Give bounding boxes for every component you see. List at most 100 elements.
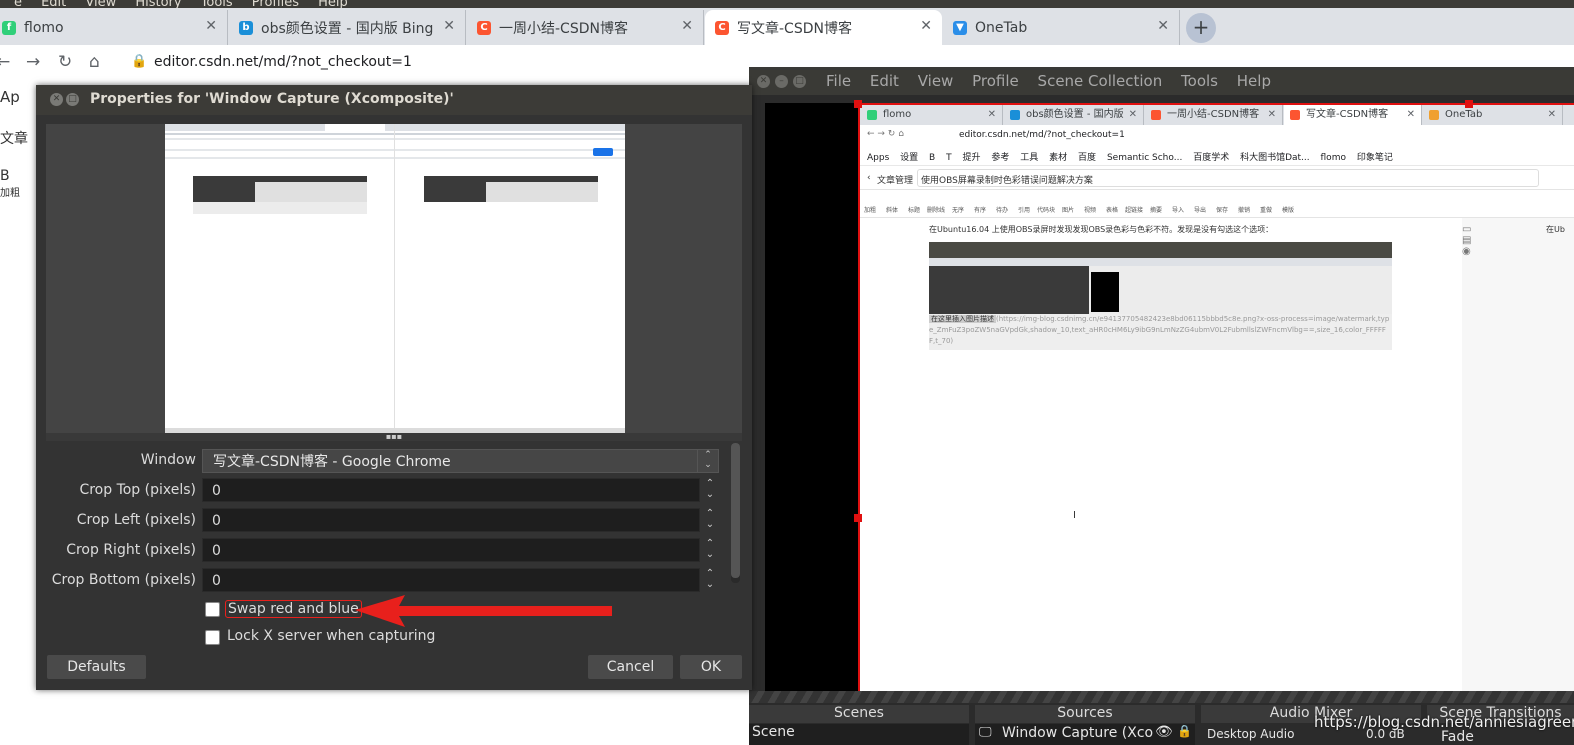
window-select[interactable]: 写文章-CSDN博客 - Google Chrome ⌃ ⌄ [202, 449, 719, 473]
crop-right-input[interactable]: 0 [202, 538, 700, 562]
close-icon: ✕ [1128, 109, 1137, 120]
resize-handle[interactable] [854, 100, 862, 108]
address-bar[interactable]: editor.csdn.net/md/?not_checkout=1 [154, 54, 412, 70]
preview-bottom-hatch [749, 691, 1574, 703]
reload-icon[interactable]: ↻ [58, 52, 72, 72]
bookmark: 素材 [1049, 153, 1068, 163]
flomo-icon [867, 110, 877, 120]
chevron-updown-icon: ⌃ ⌄ [697, 450, 718, 472]
defaults-button[interactable]: Defaults [47, 655, 146, 679]
chevron-left-icon: ‹ [867, 173, 871, 183]
minimize-icon[interactable]: – [775, 75, 788, 88]
tab-title: 写文章-CSDN博客 [737, 20, 852, 37]
bookmark: 提升 [962, 153, 981, 163]
tool: 加粗 [863, 207, 876, 214]
back-icon[interactable]: ← [0, 52, 10, 72]
crop-bottom-input[interactable]: 0 [202, 568, 700, 592]
obs-menu-file[interactable]: File [826, 72, 851, 90]
obs-menu-edit[interactable]: Edit [870, 72, 899, 90]
preview-side-panel: ▭ ▤ ◉ 在Ub [1462, 218, 1574, 691]
close-icon: ✕ [1547, 109, 1556, 120]
menu-item-view[interactable]: View [85, 0, 116, 8]
close-icon[interactable]: ✕ [681, 18, 693, 34]
menu-item-tools[interactable]: Tools [201, 0, 233, 8]
tab-csdn-write[interactable]: C 写文章-CSDN博客 ✕ [705, 10, 942, 45]
resize-handle[interactable] [854, 514, 862, 522]
back-to-articles[interactable]: 文章 [0, 128, 28, 148]
crop-left-input[interactable]: 0 [202, 508, 700, 532]
crop-bottom-stepper[interactable]: ⌃ ⌄ [701, 568, 719, 592]
close-icon[interactable]: ✕ [757, 75, 770, 88]
monitor-icon: 🖵 [979, 725, 992, 740]
obs-menubar: File Edit View Profile Scene Collection … [826, 72, 1285, 90]
onetab-icon: ▼ [953, 20, 967, 35]
close-icon[interactable]: ✕ [50, 93, 63, 106]
bold-tool[interactable]: B [0, 168, 10, 184]
obs-menu-profile[interactable]: Profile [972, 72, 1019, 90]
obs-menu-help[interactable]: Help [1237, 72, 1271, 90]
close-icon[interactable]: ✕ [1157, 18, 1169, 34]
tool: 保存 [1215, 207, 1228, 214]
bookmark: 参考 [991, 153, 1010, 163]
forward-icon[interactable]: → [26, 52, 40, 72]
home-icon[interactable]: ⌂ [89, 52, 100, 72]
preview-side-text: 在Ub [1546, 225, 1565, 234]
eye-icon[interactable]: 👁 [1155, 724, 1173, 740]
tab-title: OneTab [975, 19, 1028, 36]
dialog-preview-image [165, 124, 625, 433]
bookmark: B [929, 153, 936, 163]
dialog-title: Properties for 'Window Capture (Xcomposi… [90, 91, 454, 107]
crop-left-stepper[interactable]: ⌃ ⌄ [701, 508, 719, 532]
tab-csdn-weekly[interactable]: C 一周小结-CSDN博客 ✕ [467, 10, 704, 45]
obs-menu-scene-collection[interactable]: Scene Collection [1038, 72, 1163, 90]
field-label-crop-bottom: Crop Bottom (pixels) [51, 572, 196, 588]
preview-splitter-handle[interactable]: ▪▪▪ [46, 433, 742, 441]
new-tab-button[interactable]: + [1186, 13, 1216, 43]
preview-article-title: 使用OBS屏幕录制时色彩错误问题解决方案 [921, 176, 1093, 186]
bookmark: 百度 [1078, 153, 1097, 163]
source-item[interactable]: 🖵 Window Capture (Xco 👁 🔒 [975, 724, 1195, 745]
lock-x-server-label[interactable]: Lock X server when capturing [227, 628, 435, 644]
obs-preview-canvas[interactable]: flomo✕ obs颜色设置 - 国内版 Bing✕ 一周小结-CSDN博客✕ … [859, 103, 1574, 691]
menu-item-profiles[interactable]: Profiles [252, 0, 299, 8]
obs-menu-view[interactable]: View [918, 72, 954, 90]
scene-item[interactable]: Scene [749, 724, 969, 745]
bookmark: Semantic Scho... [1106, 153, 1183, 163]
ok-button[interactable]: OK [680, 655, 742, 679]
menu-item-edit[interactable]: Edit [41, 0, 66, 8]
close-icon[interactable]: ✕ [920, 18, 932, 34]
lock-x-server-checkbox[interactable] [205, 630, 220, 645]
swap-red-blue-checkbox[interactable] [205, 602, 220, 617]
crop-right-stepper[interactable]: ⌃ ⌄ [701, 538, 719, 562]
menu-item-history[interactable]: History [135, 0, 181, 8]
maximize-icon[interactable]: □ [793, 75, 806, 88]
swap-red-blue-label[interactable]: Swap red and blue [225, 600, 362, 618]
tool: 引用 [1017, 207, 1030, 214]
cancel-button[interactable]: Cancel [588, 655, 673, 679]
bookmark: 百度学术 [1193, 153, 1230, 163]
close-icon[interactable]: ✕ [205, 18, 217, 34]
obs-menu-tools[interactable]: Tools [1181, 72, 1218, 90]
properties-scrollbar[interactable] [731, 443, 740, 583]
tool: 表格 [1105, 207, 1118, 214]
close-icon[interactable]: ✕ [443, 18, 455, 34]
tab-onetab[interactable]: ▼ OneTab ✕ [943, 10, 1180, 45]
menu-item-edit-partial[interactable]: e [14, 0, 22, 8]
menu-item-help[interactable]: Help [318, 0, 348, 8]
tab-title: flomo [24, 19, 64, 36]
crop-top-input[interactable]: 0 [202, 478, 700, 502]
close-icon: ✕ [987, 109, 996, 120]
bookmark-apps-partial[interactable]: Ap [0, 88, 20, 106]
resize-handle[interactable] [1465, 100, 1473, 108]
maximize-icon[interactable]: □ [66, 93, 79, 106]
crop-top-stepper[interactable]: ⌃ ⌄ [701, 478, 719, 502]
browser-tabstrip: f flomo ✕ b obs颜色设置 - 国内版 Bing ✕ C 一周小结-… [0, 8, 1574, 45]
bookmark: flomo [1320, 153, 1346, 163]
lock-icon[interactable]: 🔒 [1177, 724, 1192, 738]
tab-bing[interactable]: b obs颜色设置 - 国内版 Bing ✕ [229, 10, 466, 45]
preview-embedded-screenshot [929, 242, 1392, 314]
tab-flomo[interactable]: f flomo ✕ [0, 10, 228, 45]
tool: 视频 [1083, 207, 1096, 214]
preview-toolbar: ← → ↻ ⌂ editor.csdn.net/md/?not_checkout… [859, 125, 1574, 145]
scrollbar-thumb[interactable] [731, 443, 740, 578]
